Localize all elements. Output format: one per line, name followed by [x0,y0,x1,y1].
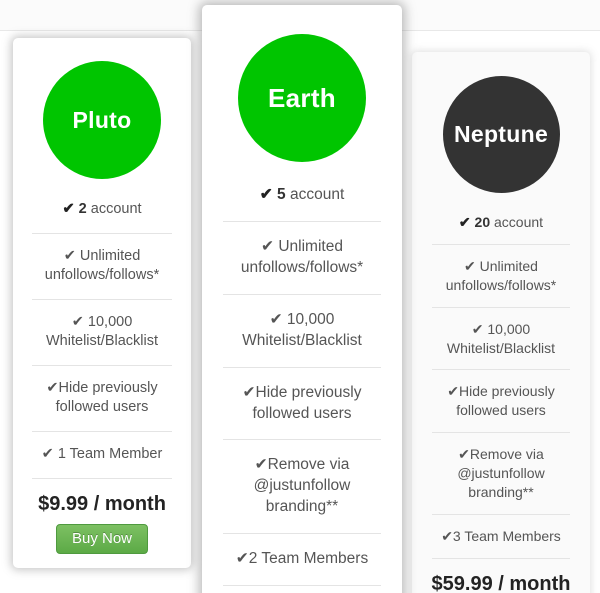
accounts-label: account [494,214,544,230]
pricing-card-pluto[interactable]: Pluto ✔ 2 account ✔ Unlimited unfollows/… [13,38,191,568]
accounts-label: account [90,201,142,217]
pricing-table-screen: Pluto ✔ 2 account ✔ Unlimited unfollows/… [0,0,600,593]
pricing-card-earth[interactable]: Earth ✔ 5 account ✔ Unlimited unfollows/… [202,5,402,593]
list-item: ✔ Unlimited unfollows/follows* [445,257,557,293]
plan-price-pluto: $9.99 / month [38,492,166,515]
list-item: ✔ 10,000 Whitelist/Blacklist [242,310,362,349]
list-item: ✔ 10,000 Whitelist/Blacklist [46,313,158,350]
list-item: ✔ Unlimited unfollows/follows* [44,247,160,284]
feature-list-earth: ✔ 5 account ✔ Unlimited unfollows/follow… [202,170,402,587]
pricing-card-neptune[interactable]: Neptune ✔ 20 account ✔ Unlimited unfollo… [412,52,590,593]
list-item: ✔Hide previously followed users [46,379,158,416]
plan-badge-pluto: Pluto [43,61,161,179]
plan-name-pluto: Pluto [72,106,132,133]
list-item: ✔2 Team Members [235,550,369,568]
accounts-count: 2 [78,201,87,217]
feature-divider [223,585,381,587]
accounts-count: 20 [474,214,491,230]
list-item: ✔Hide previously followed users [242,383,362,422]
plan-name-neptune: Neptune [453,121,549,147]
check-icon: ✔ [259,186,273,203]
plan-badge-earth: Earth [238,34,366,162]
check-icon: ✔ [62,201,75,217]
list-item: ✔Remove via @justunfollow branding** [253,456,351,516]
list-item: ✔Hide previously followed users [447,383,555,419]
feature-accounts-earth: ✔ 5 account [202,170,402,221]
plan-badge-neptune: Neptune [442,76,560,193]
feature-accounts-pluto: ✔ 2 account [13,187,191,233]
buy-now-button-pluto[interactable]: Buy Now [55,523,149,554]
list-item: ✔ 10,000 Whitelist/Blacklist [446,320,556,356]
accounts-count: 5 [277,186,286,203]
accounts-label: account [289,186,345,203]
list-item: ✔3 Team Members [441,527,561,544]
list-item: ✔ 1 Team Member [41,445,163,462]
plan-name-earth: Earth [268,82,336,113]
feature-accounts-neptune: ✔ 20 account [412,201,590,244]
plan-price-neptune: $59.99 / month [431,572,571,593]
list-item: ✔Remove via @justunfollow branding** [457,446,545,501]
list-item: ✔ Unlimited unfollows/follows* [240,237,364,276]
check-icon: ✔ [458,214,471,230]
feature-list-neptune: ✔ 20 account ✔ Unlimited unfollows/follo… [412,201,590,559]
feature-list-pluto: ✔ 2 account ✔ Unlimited unfollows/follow… [13,187,191,479]
